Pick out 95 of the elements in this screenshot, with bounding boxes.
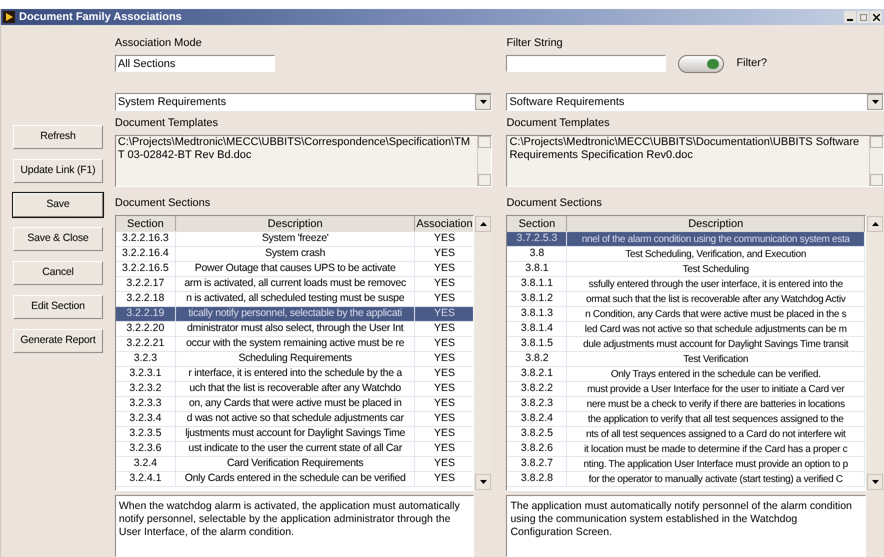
action-button[interactable]: Save xyxy=(12,193,103,217)
table-row[interactable]: 3.2.2.16.4 System crash YES xyxy=(116,247,474,262)
scrollbar[interactable] xyxy=(474,215,492,491)
table-row[interactable]: 3.2.3 Scheduling Requirements YES xyxy=(116,352,474,367)
description-text: The application must automatically notify personnel of the alarm condition using the communication system established in the Watchdog Configuration Screen. xyxy=(506,495,866,557)
down-arrow-icon xyxy=(872,480,879,484)
caret-icon xyxy=(480,100,487,104)
table-row[interactable]: 3.8.2.6 it location must be made to determine if the Card has a proper c xyxy=(507,442,866,457)
table-cell-text: YES xyxy=(432,471,456,486)
table-row[interactable]: 3.2.4 Card Verification Requirements YES xyxy=(116,457,474,472)
table-row[interactable]: 3.8.1 Test Scheduling xyxy=(507,262,866,277)
close-button[interactable] xyxy=(870,11,882,23)
table-row[interactable]: 3.8.2.4 the application to verify that all test sequences assigned to the xyxy=(507,412,866,427)
table-row[interactable]: 3.2.3.2 uch that the list is recoverable after any Watchdo YES xyxy=(116,382,474,397)
templates-field[interactable]: C:\Projects\Medtronic\MECC\UBBITS\Documentation\UBBITS Software Requirements Specification Rev0.doc xyxy=(506,134,884,186)
window-title: Document Family Associations xyxy=(19,10,183,25)
table-row[interactable]: 3.2.3.3 on, any Cards that were active must be placed in YES xyxy=(116,397,474,412)
table-cell-text: YES xyxy=(432,261,456,276)
table-row[interactable]: 3.2.2.17 arm is activated, all current loads must be removec YES xyxy=(116,277,474,292)
table-row[interactable]: 3.8.2.1 Only Trays entered in the schedule can be verified. xyxy=(507,367,866,382)
scrollbar[interactable] xyxy=(866,215,884,491)
up-arrow-icon xyxy=(480,222,487,226)
table-cell-text: YES xyxy=(432,381,456,396)
table-cell-text: YES xyxy=(432,411,456,426)
column-header[interactable]: Association xyxy=(415,216,474,232)
table-cell: Only Cards entered in the schedule can be verified xyxy=(176,471,416,487)
table-row[interactable]: 3.2.3.1 r interface, it is entered into the schedule by the a YES xyxy=(116,367,474,382)
up-arrow-icon xyxy=(872,222,879,226)
section-label: Document Sections xyxy=(114,196,212,210)
minimize-button[interactable] xyxy=(844,11,856,23)
table-row[interactable]: 3.8.2.3 nere must be a check to verify if there are batteries in locations xyxy=(507,397,866,412)
table-row[interactable]: 3.8.1.1 ssfully entered through the user interface, it is entered into the xyxy=(507,277,866,292)
table-cell-text: YES xyxy=(432,441,456,456)
table-row[interactable]: 3.2.2.20 dministrator must also select, through the User Int YES xyxy=(116,322,474,337)
scrollbar[interactable] xyxy=(477,136,492,186)
table-cell-text: YES xyxy=(432,231,456,246)
table-row[interactable]: 3.2.3.5 ljustments must account for Daylight Savings Time YES xyxy=(116,427,474,442)
field-label: Association Mode xyxy=(114,36,203,51)
table-row[interactable]: 3.8 Test Scheduling, Verification, and Execution xyxy=(507,247,866,262)
table-row[interactable]: 3.8.1.3 n Condition, any Cards that were active must be placed in the s xyxy=(507,307,866,322)
table-row[interactable]: 3.8.2.8 for the operator to manually activate (start testing) a verified C xyxy=(507,472,866,487)
dropdown-arrow-button[interactable] xyxy=(867,94,884,110)
table-row[interactable]: 3.2.3.6 ust indicate to the user the current state of all Car YES xyxy=(116,442,474,457)
section-label: Document Templates xyxy=(114,116,219,131)
templates-field[interactable]: C:\Projects\Medtronic\MECC\UBBITS\Correspondence\Specification\TMT 03-02842-BT Rev Bd.doc xyxy=(114,134,492,186)
table-row[interactable]: 3.8.2.2 must provide a User Interface for the user to initiate a Card ver xyxy=(507,382,866,397)
action-button[interactable]: Update Link (F1) xyxy=(12,159,103,183)
table-row[interactable]: 3.8.2.5 nts of all test sequences assigned to a Card do not interfere wit xyxy=(507,427,866,442)
app-icon xyxy=(3,11,15,23)
table-row[interactable]: 3.2.2.21 occur with the system remaining active must be re YES xyxy=(116,337,474,352)
table-cell-text: YES xyxy=(432,291,456,306)
action-button[interactable]: Cancel xyxy=(12,261,103,285)
table-row[interactable]: 3.8.1.4 led Card was not active so that schedule adjustments can be m xyxy=(507,322,866,337)
action-button[interactable]: Save & Close xyxy=(12,227,103,251)
table-cell-text: YES xyxy=(432,426,456,442)
dropdown[interactable]: Software Requirements xyxy=(506,93,884,111)
dropdown-arrow-button[interactable] xyxy=(475,94,492,110)
table-cell: 3.2.4.1 xyxy=(116,471,176,487)
table-cell-text: YES xyxy=(432,456,456,472)
table-cell-text: YES xyxy=(432,366,456,382)
table-row[interactable]: 3.8.1.5 dule adjustments must account for Daylight Savings Time transit xyxy=(507,337,866,352)
table-row[interactable]: 3.2.2.19 tically notify personnel, selectable by the applicati YES xyxy=(116,307,474,322)
description-text: When the watchdog alarm is activated, the application must automatically notify personnel, selectable by the application administrator through the User Interface, of the alarm condition. xyxy=(114,495,474,557)
table-row[interactable]: 3.2.4.1 Only Cards entered in the schedule can be verified YES xyxy=(116,472,474,487)
caret-icon xyxy=(872,100,879,104)
dropdown[interactable]: System Requirements xyxy=(114,93,492,111)
field-label: Filter String xyxy=(506,36,564,51)
action-button[interactable]: Edit Section xyxy=(12,295,103,319)
table-row[interactable]: 3.8.1.2 ormat such that the list is recoverable after any Watchdog Activ xyxy=(507,292,866,307)
table-cell: for the operator to manually activate (start testing) a verified C xyxy=(567,472,866,486)
section-label: Document Templates xyxy=(506,116,611,131)
mode-field[interactable]: All Sections xyxy=(114,54,275,72)
down-arrow-icon xyxy=(480,480,487,484)
action-button[interactable]: Refresh xyxy=(12,125,103,149)
table-cell-text: YES xyxy=(432,246,456,262)
table-row[interactable]: 3.2.2.16.5 Power Outage that causes UPS to be activate YES xyxy=(116,262,474,277)
table-cell-text: YES xyxy=(432,321,456,336)
table-row[interactable]: 3.8.2 Test Verification xyxy=(507,352,866,367)
filter-field[interactable] xyxy=(506,55,666,72)
table-cell-text: YES xyxy=(432,351,456,366)
table-cell-text: YES xyxy=(432,276,456,292)
table-cell-text: YES xyxy=(432,336,456,352)
table-row[interactable]: 3.2.2.16.3 System 'freeze' YES xyxy=(116,232,474,247)
table-row[interactable]: 3.8.2.7 nting. The application User Interface must provide an option to p xyxy=(507,457,866,472)
table-row[interactable]: 3.2.3.4 d was not active so that schedule adjustments car YES xyxy=(116,412,474,427)
toggle-label: Filter? xyxy=(736,56,767,72)
action-button[interactable]: Generate Report xyxy=(12,329,103,353)
table-cell-text: YES xyxy=(432,396,456,412)
scrollbar[interactable] xyxy=(869,136,884,186)
filter-toggle[interactable] xyxy=(678,54,724,72)
table-cell: 3.8.2.8 xyxy=(507,471,568,487)
table-row[interactable]: 3.7.2.5.3 nnel of the alarm condition using the communication system esta xyxy=(507,232,866,247)
section-label: Document Sections xyxy=(506,196,603,210)
table-cell-text: YES xyxy=(432,306,456,322)
table-row[interactable]: 3.2.2.18 n is activated, all scheduled testing must be suspe YES xyxy=(116,292,474,307)
